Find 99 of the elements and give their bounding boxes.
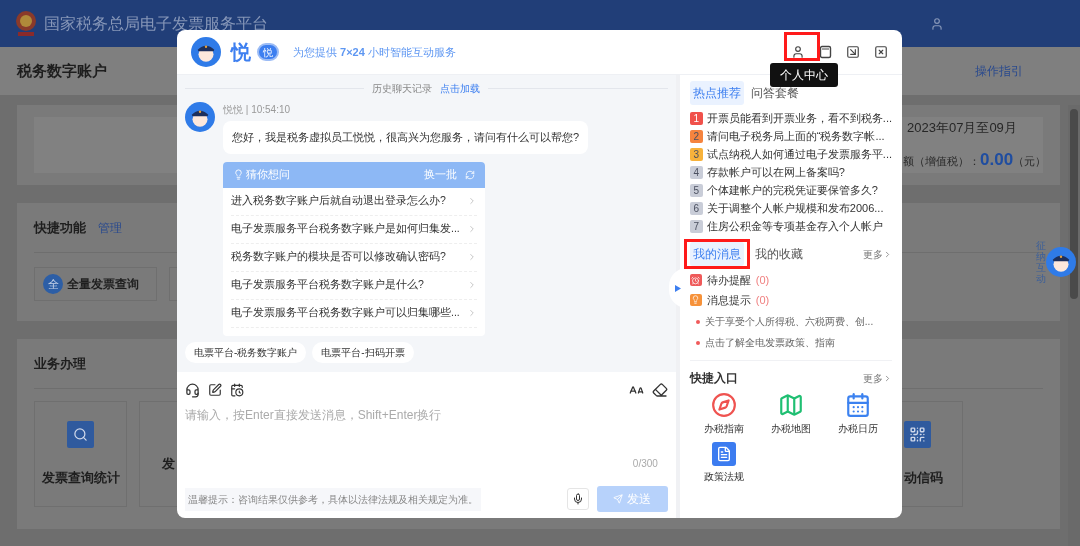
page-icon[interactable]: [819, 45, 832, 59]
alarm-icon: [689, 274, 702, 287]
shortcut-label: 全量发票查询: [67, 276, 139, 293]
amount-unit: （元）: [1013, 154, 1047, 169]
panel-tab[interactable]: 热点推荐: [689, 81, 744, 105]
rank-badge: 1: [689, 111, 703, 125]
chevron-icon: [467, 308, 477, 318]
close-icon[interactable]: [874, 45, 888, 59]
rank-badge: 6: [689, 201, 703, 215]
avatar-icon: [191, 37, 221, 67]
bulb-icon: [233, 169, 244, 180]
chevron-icon: [467, 196, 477, 206]
message-meta: 悦悦 | 10:54:10: [223, 103, 291, 117]
chevron-icon: [467, 252, 477, 262]
bullet-icon: [695, 340, 700, 345]
rank-badge: 2: [689, 129, 703, 143]
hot-question[interactable]: 1 开票员能看到开票业务，看不到税务...: [689, 110, 892, 126]
message-category[interactable]: 待办提醒: [706, 272, 751, 289]
hot-question[interactable]: 4 存款帐户可以在网上备案吗?: [689, 164, 892, 180]
shortcut-entry[interactable]: 办税地图: [757, 392, 825, 436]
business-tile[interactable]: 发票查询统计: [34, 401, 127, 507]
history-label: 历史聊天记录: [372, 82, 433, 96]
section-title: 快捷功能: [34, 218, 86, 237]
suggestion-item[interactable]: 电子发票服务平台税务数字账户可以归集哪些...: [231, 299, 477, 328]
topic-tag[interactable]: 电票平台-税务数字账户: [185, 341, 307, 363]
emblem-icon: [14, 9, 38, 38]
document-icon: [711, 442, 736, 466]
shrink-icon[interactable]: [846, 45, 860, 59]
load-link[interactable]: 点击加载: [440, 81, 481, 96]
message-count: (0): [755, 292, 770, 308]
message-category[interactable]: 消息提示: [706, 291, 751, 308]
hot-question[interactable]: 5 个体建帐户的完税凭证要保管多久?: [689, 182, 892, 198]
calendar-icon: [845, 392, 872, 418]
bulb-icon: [689, 293, 702, 306]
more-link[interactable]: 更多: [863, 246, 892, 262]
panel-tab[interactable]: 我的消息: [689, 242, 744, 266]
notice-link[interactable]: 点击了解全电发票政策、指南: [704, 335, 835, 350]
rank-badge: 5: [689, 183, 703, 197]
amount-value: 0.00: [980, 149, 1014, 171]
tile-label: 发票查询统计: [41, 468, 120, 487]
hot-question[interactable]: 3 试点纳税人如何通过电子发票服务平...: [689, 146, 892, 162]
send-icon: [613, 494, 624, 504]
chevron-icon: [883, 249, 892, 259]
user-icon[interactable]: [791, 45, 805, 59]
bullet-icon: [695, 319, 700, 324]
user-icon[interactable]: [930, 16, 944, 31]
headset-icon[interactable]: [185, 382, 200, 398]
panel-tab[interactable]: 我的收藏: [751, 242, 806, 266]
rank-badge: 4: [689, 165, 703, 179]
section-title: 快捷入口: [689, 370, 738, 387]
edit-icon[interactable]: [208, 383, 222, 397]
more-link[interactable]: 更多: [863, 370, 892, 386]
compass-icon: [710, 392, 737, 418]
suggestion-item[interactable]: 税务数字账户的模块是否可以修改确认密码?: [231, 243, 477, 272]
suggestion-item[interactable]: 进入税务数字账户后就自动退出登录怎么办?: [231, 187, 477, 216]
shortcut-entry[interactable]: 办税指南: [689, 392, 758, 436]
shortcut-entry[interactable]: 政策法规: [689, 442, 758, 484]
logo-text: 悦: [231, 40, 251, 65]
char-counter: 0/300: [632, 457, 658, 471]
suggestion-item[interactable]: 电子发票服务平台税务数字账户是什么?: [231, 271, 477, 300]
tile-label: 动信码: [904, 468, 943, 487]
eraser-icon[interactable]: [651, 382, 668, 398]
slogan-text: 为您提供 7×24 小时智能互动服务: [293, 44, 456, 60]
calendar-clock-icon[interactable]: [230, 383, 244, 397]
refresh-icon: [465, 169, 475, 180]
chevron-icon: [883, 373, 892, 383]
shortcut-card[interactable]: 全 全量发票查询: [34, 267, 157, 301]
robot-badge: 悦: [257, 43, 279, 61]
period-text: 2023年07月至09月: [906, 118, 1017, 137]
search-icon: [67, 420, 94, 448]
page-title: 税务数字账户: [17, 60, 107, 81]
chevron-icon: [467, 280, 477, 290]
rank-badge: 7: [689, 219, 703, 233]
hot-question[interactable]: 7 住房公积金等专项基金存入个人帐户: [689, 218, 892, 234]
rank-badge: 3: [689, 147, 703, 161]
message-input[interactable]: 请输入，按Enter直接发送消息，Shift+Enter换行: [185, 406, 668, 456]
qr-icon: [904, 420, 931, 448]
tooltip: 个人中心: [770, 63, 838, 87]
tile-label: 发: [162, 455, 175, 474]
round-badge: 全: [43, 274, 63, 294]
highlight-frame: [684, 239, 750, 269]
amount-label: 额（增值税）：: [903, 154, 980, 169]
map-icon: [777, 392, 804, 418]
hot-question[interactable]: 2 请问电子税务局上面的“税务数字帐...: [689, 128, 892, 144]
avatar-icon: [1046, 247, 1076, 277]
section-title: 业务办理: [34, 354, 86, 373]
mic-icon: [571, 493, 584, 505]
topic-tag[interactable]: 电票平台-扫码开票: [312, 341, 414, 363]
notice-link[interactable]: 关于享受个人所得税、六税两费、创...: [704, 314, 874, 329]
hot-question[interactable]: 6 关于调整个人帐户规模和发布2006...: [689, 200, 892, 216]
suggestion-title: 猜你想问: [246, 167, 290, 183]
chevron-icon: [467, 224, 477, 234]
message-count: (0): [755, 273, 770, 288]
highlight-frame: [784, 32, 820, 61]
hint-text: 温馨提示：咨询结果仅供参考，具体以法律法规及相关规定为准。: [185, 487, 481, 511]
avatar-icon: [185, 102, 215, 132]
mic-button[interactable]: [566, 488, 589, 510]
message-bubble: 您好，我是税务虚拟员工悦悦，很高兴为您服务，请问有什么可以帮您?: [223, 121, 589, 154]
suggestion-item[interactable]: 电子发票服务平台税务数字账户是如何归集发...: [231, 215, 477, 244]
